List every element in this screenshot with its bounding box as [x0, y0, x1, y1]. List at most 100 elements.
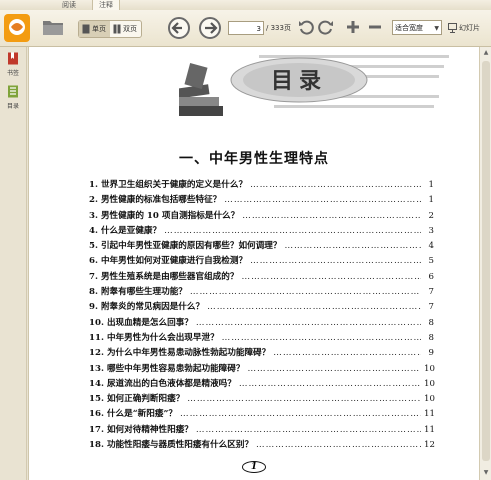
previous-page-button[interactable]	[168, 17, 190, 39]
toc-leader-dots	[239, 379, 421, 389]
zoom-in-icon[interactable]	[345, 19, 361, 35]
toc-entry-page: 4	[428, 241, 434, 252]
toc-entry[interactable]: 16. 什么是“新阳痿”？ 11	[89, 407, 435, 422]
toc-entry[interactable]: 17. 如何对待精神性阳痿？ 11	[89, 423, 435, 438]
toc-entry[interactable]: 18. 功能性阳痿与器质性阳痿有什么区别？ 12	[89, 438, 435, 453]
open-folder-icon[interactable]	[42, 18, 64, 36]
toc-entry[interactable]: 9. 附睾炎的常见病因是什么？ 7	[89, 300, 434, 315]
toc-entry[interactable]: 8. 附睾有哪些生理功能？ 7	[89, 285, 434, 300]
toc-leader-dots	[207, 302, 421, 312]
chevron-down-icon: ▼	[434, 25, 439, 32]
toc-entry[interactable]: 15. 如何正确判断阳痿？ 10	[89, 392, 435, 407]
sidebar-item-bookmarks-label: 书签	[6, 70, 19, 77]
tab-read[interactable]: 阅读	[56, 0, 82, 10]
scroll-down-icon[interactable]: ▼	[482, 469, 490, 477]
toc-entry-page: 6	[428, 271, 434, 282]
toc-leader-dots	[256, 440, 421, 450]
page-number-value: 1	[241, 461, 267, 473]
toc-entry[interactable]: 3. 男性健康的 10 项自测指标是什么？ 2	[89, 209, 434, 224]
toc-leader-dots	[224, 195, 421, 205]
contents-icon	[8, 85, 18, 98]
section-title: 一、中年男性生理特点	[179, 151, 329, 167]
toc-entry-title: 1. 世界卫生组织关于健康的定义是什么？	[89, 180, 248, 190]
scroll-thumb[interactable]	[482, 61, 490, 461]
toc-entry[interactable]: 10. 出现血精是怎么回事？ 8	[89, 316, 434, 331]
toc-entry-page: 12	[424, 440, 435, 451]
single-page-label: 单页	[92, 25, 106, 33]
toc-entry[interactable]: 4. 什么是亚健康？ 3	[89, 224, 434, 239]
toc-entry[interactable]: 6. 中年男性如何对亚健康进行自我检测？ 5	[89, 254, 434, 269]
toc-entry-title: 12. 为什么中年男性易患动脉性勃起功能障碍？	[89, 348, 271, 359]
rotate-right-icon[interactable]	[318, 19, 334, 35]
sidebar-item-contents[interactable]: 目录	[3, 85, 23, 110]
toc-entry[interactable]: 1. 世界卫生组织关于健康的定义是什么？ 1	[89, 178, 434, 193]
toc-entry[interactable]: 7. 男性生殖系统是由哪些器官组成的？ 6	[89, 270, 434, 285]
double-page-button[interactable]: 双页	[110, 21, 141, 37]
next-page-button[interactable]	[199, 17, 221, 39]
zoom-out-icon[interactable]	[367, 19, 383, 35]
toc-entry[interactable]: 5. 引起中年男性亚健康的原因有哪些？如何调理？ 4	[89, 239, 434, 254]
scroll-up-icon[interactable]: ▲	[482, 49, 490, 57]
toc-entry-page: 7	[428, 302, 434, 313]
toc-leader-dots	[196, 425, 421, 435]
toc-entry-title: 15. 如何正确判断阳痿？	[89, 394, 185, 405]
sidebar-item-contents-label: 目录	[6, 103, 19, 110]
toc-leader-dots	[222, 333, 421, 343]
toc-leader-dots	[190, 287, 421, 297]
toc-leader-dots	[180, 409, 421, 419]
toolbar: 单页 双页 3 / 333页 适合宽度 ▼ 幻灯片	[0, 10, 491, 47]
toc-entry-title: 10. 出现血精是怎么回事？	[89, 317, 193, 328]
app-logo-icon	[4, 14, 30, 42]
toc-entry-title: 8. 附睾有哪些生理功能？	[89, 287, 187, 298]
toc-entry-title: 4. 什么是亚健康？	[89, 225, 162, 236]
toc-entry-title: 16. 什么是“新阳痿”？	[89, 409, 177, 420]
toc-entry[interactable]: 12. 为什么中年男性易患动脉性勃起功能障碍？ 9	[89, 346, 434, 361]
bookmark-icon	[8, 52, 18, 65]
toc-leader-dots	[273, 348, 421, 358]
toc-entry-page: 10	[424, 363, 435, 374]
slideshow-button[interactable]: 幻灯片	[448, 21, 480, 35]
arrow-right-icon	[205, 22, 218, 34]
zoom-select[interactable]: 适合宽度 ▼	[392, 20, 442, 35]
page-number-input[interactable]: 3	[228, 21, 264, 35]
toc-entry-page: 11	[424, 424, 435, 435]
page-total-label: / 333页	[266, 24, 291, 32]
toc-entry-title: 14. 尿道流出的白色液体都是精液吗？	[89, 378, 236, 389]
banner-title: 目录	[271, 68, 327, 94]
toc-entry[interactable]: 13. 哪些中年男性容易患勃起功能障碍？ 10	[89, 362, 435, 377]
toc-entry-page: 1	[428, 195, 434, 206]
toc-entry-title: 3. 男性健康的 10 项自测指标是什么？	[89, 210, 240, 221]
toc-leader-dots	[196, 318, 421, 328]
sidebar-item-bookmarks[interactable]: 书签	[3, 52, 23, 77]
toc-leader-dots	[187, 394, 421, 404]
toc-entry-title: 18. 功能性阳痿与器质性阳痿有什么区别？	[89, 440, 254, 451]
toc-entry-page: 8	[428, 317, 434, 328]
double-page-icon	[113, 24, 121, 34]
title-bar: 阅读 注释	[0, 0, 491, 10]
toc-entry[interactable]: 2. 男性健康的标准包括哪些特征？ 1	[89, 193, 434, 208]
tab-annotate[interactable]: 注释	[92, 0, 120, 10]
view-mode-group: 单页 双页	[78, 20, 142, 38]
toc-entry-title: 17. 如何对待精神性阳痿？	[89, 424, 193, 435]
toc-leader-dots	[241, 272, 421, 282]
toc-leader-dots	[284, 241, 421, 251]
slideshow-label: 幻灯片	[459, 24, 480, 32]
toc-entry-title: 7. 男性生殖系统是由哪些器官组成的？	[89, 271, 239, 282]
arrow-left-icon	[171, 22, 182, 34]
rotate-left-icon[interactable]	[298, 19, 314, 35]
toc-leader-dots	[164, 226, 421, 236]
toc-entry[interactable]: 14. 尿道流出的白色液体都是精液吗？ 10	[89, 377, 435, 392]
toc-entry-page: 1	[428, 180, 434, 190]
vertical-scrollbar[interactable]: ▲ ▼	[479, 47, 491, 480]
toc-entry-page: 2	[428, 210, 434, 221]
header-decoration: 目录	[179, 55, 449, 116]
toc-leader-dots	[250, 180, 421, 190]
page-number-footer: 1	[29, 461, 479, 473]
single-page-button[interactable]: 单页	[79, 21, 110, 37]
toc-entry-page: 5	[428, 256, 434, 267]
toc-entry-page: 9	[428, 348, 434, 359]
toc-entry-page: 10	[424, 378, 435, 389]
toc-entry[interactable]: 11. 中年男性为什么会出现早泄？ 8	[89, 331, 434, 346]
toc-leader-dots	[247, 364, 421, 374]
books-icon	[179, 63, 223, 116]
